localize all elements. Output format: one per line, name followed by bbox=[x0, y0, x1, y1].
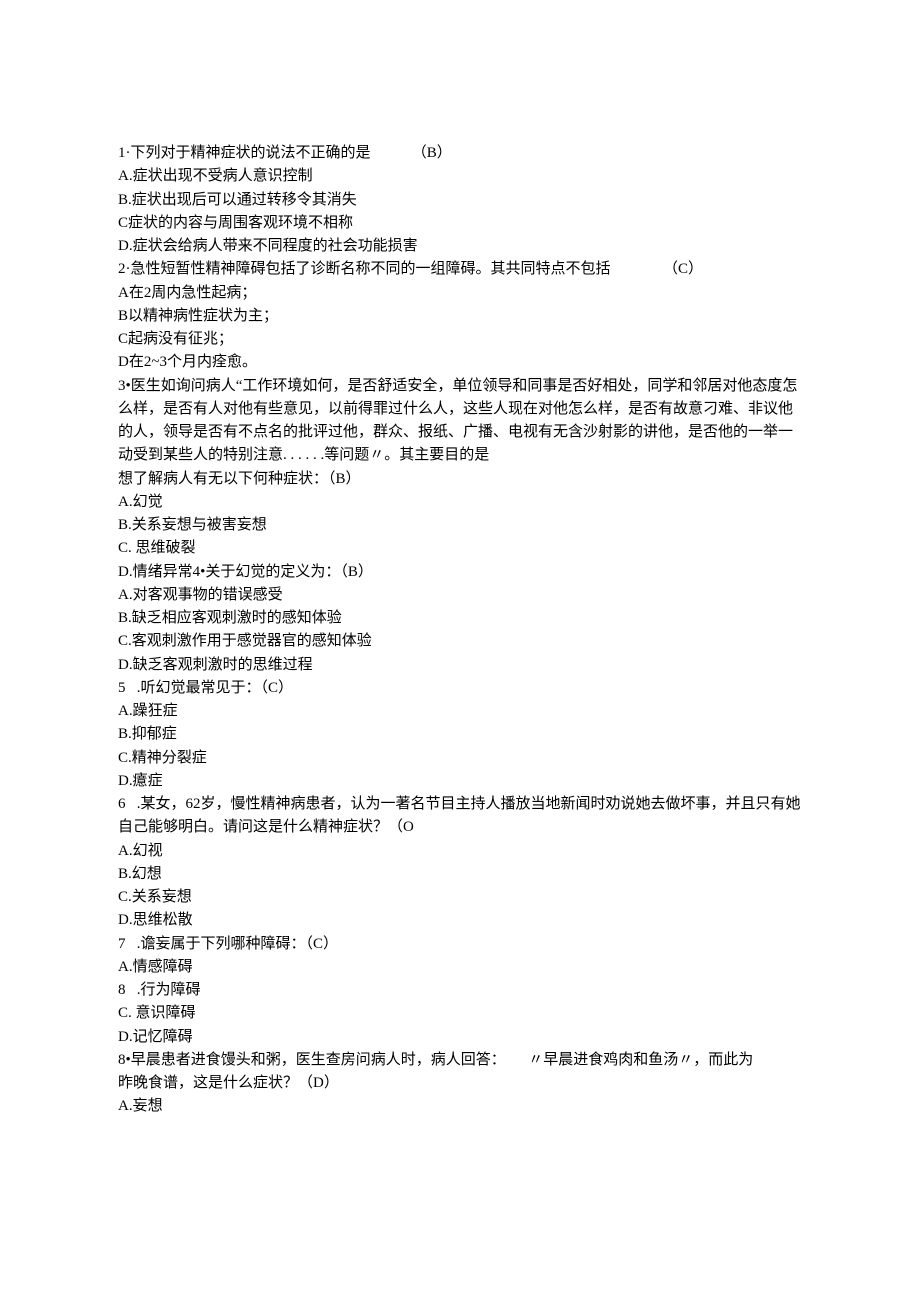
text-line: C.客观刺激作用于感觉器官的感知体验 bbox=[118, 630, 802, 653]
text-line: 3•医生如询问病人“工作环境如何，是否舒适安全，单位领导和同事是否好相处，同学和… bbox=[118, 375, 802, 468]
text-line: 5 .听幻觉最常见于：（C） bbox=[118, 677, 802, 700]
text-line: D.缺乏客观刺激时的思维过程 bbox=[118, 654, 802, 677]
text-line: B.关系妄想与被害妄想 bbox=[118, 514, 802, 537]
text-line: C. 思维破裂 bbox=[118, 537, 802, 560]
text-line: A.症状出现不受病人意识控制 bbox=[118, 165, 802, 188]
text-line: B.缺乏相应客观刺激时的感知体验 bbox=[118, 607, 802, 630]
text-line: A在2周内急性起病； bbox=[118, 282, 802, 305]
text-line: D在2~3个月内痊愈。 bbox=[118, 351, 802, 374]
text-line: 8 .行为障碍 bbox=[118, 979, 802, 1002]
text-line: A.对客观事物的错误感受 bbox=[118, 584, 802, 607]
text-line: 6 .某女，62岁，慢性精神病患者，认为一著名节目主持人播放当地新闻时劝说她去做… bbox=[118, 793, 802, 840]
text-line: A.妄想 bbox=[118, 1095, 802, 1118]
text-line: A.躁狂症 bbox=[118, 700, 802, 723]
text-line: C. 意识障碍 bbox=[118, 1002, 802, 1025]
text-line: C.关系妄想 bbox=[118, 886, 802, 909]
text-line: 8•早晨患者进食馒头和粥，医生查房问病人时，病人回答： 〃早晨进食鸡肉和鱼汤〃，… bbox=[118, 1049, 802, 1072]
text-line: D.情绪异常4•关于幻觉的定义为：（B） bbox=[118, 561, 802, 584]
text-line: D.记忆障碍 bbox=[118, 1026, 802, 1049]
text-line: 1·下列对于精神症状的说法不正确的是 （B） bbox=[118, 142, 802, 165]
text-line: B.抑郁症 bbox=[118, 723, 802, 746]
text-line: C起病没有征兆； bbox=[118, 328, 802, 351]
text-line: D.癔症 bbox=[118, 770, 802, 793]
text-line: B.症状出现后可以通过转移令其消失 bbox=[118, 189, 802, 212]
text-line: D.思维松散 bbox=[118, 909, 802, 932]
text-line: A.幻觉 bbox=[118, 491, 802, 514]
text-line: 想了解病人有无以下何种症状：（B） bbox=[118, 468, 802, 491]
text-line: C.精神分裂症 bbox=[118, 747, 802, 770]
text-line: C症状的内容与周围客观环境不相称 bbox=[118, 212, 802, 235]
text-line: A.情感障碍 bbox=[118, 956, 802, 979]
document-page: 1·下列对于精神症状的说法不正确的是 （B）A.症状出现不受病人意识控制B.症状… bbox=[0, 0, 920, 1301]
text-line: 昨晚食谱，这是什么症状？（D） bbox=[118, 1072, 802, 1095]
text-line: 2·急性短暂性精神障碍包括了诊断名称不同的一组障碍。其共同特点不包括 （C） bbox=[118, 258, 802, 281]
text-line: A.幻视 bbox=[118, 840, 802, 863]
text-line: D.症状会给病人带来不同程度的社会功能损害 bbox=[118, 235, 802, 258]
text-line: B以精神病性症状为主； bbox=[118, 305, 802, 328]
document-body: 1·下列对于精神症状的说法不正确的是 （B）A.症状出现不受病人意识控制B.症状… bbox=[118, 142, 802, 1119]
text-line: B.幻想 bbox=[118, 863, 802, 886]
text-line: 7 .谵妄属于下列哪种障碍：（C） bbox=[118, 933, 802, 956]
